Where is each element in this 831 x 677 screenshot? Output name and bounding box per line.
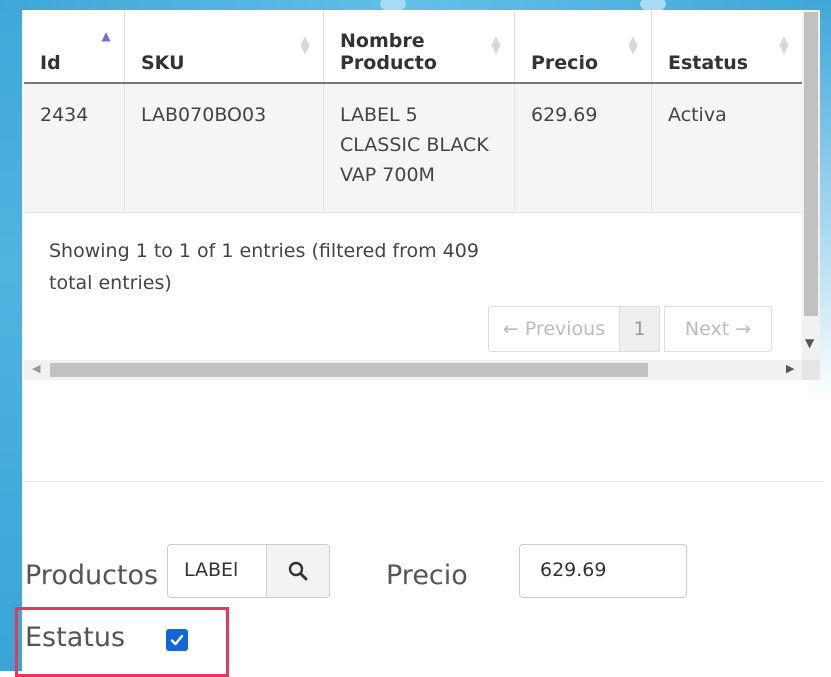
cell-id: 2434 (24, 83, 125, 213)
background-decoration-top (0, 0, 831, 12)
column-header-sku[interactable]: SKU ▲ ▼ (124, 10, 324, 84)
estatus-checkbox[interactable] (166, 629, 188, 651)
cell-text-line: VAP 700M (340, 164, 435, 186)
column-header-label: SKU (141, 52, 185, 74)
background-decoration-left (0, 0, 22, 671)
vertical-scrollbar-thumb[interactable] (804, 12, 818, 316)
table-row[interactable]: 2434 LAB070BO03 LABEL 5 CLASSIC BLACK VA… (24, 83, 803, 213)
horizontal-scrollbar[interactable]: ◀ ▶ (24, 360, 802, 380)
productos-input[interactable]: LABEl (167, 544, 267, 598)
column-header-label: Precio (531, 52, 599, 74)
column-header-label: Nombre (340, 30, 425, 52)
column-header-precio[interactable]: Precio ▲ ▼ (514, 10, 652, 84)
precio-label: Precio (386, 560, 468, 591)
column-header-nombre-producto[interactable]: Nombre Producto ▲ ▼ (323, 10, 515, 84)
cell-text-line: CLASSIC BLACK (340, 134, 489, 156)
pagination: ← Previous 1 Next → (488, 306, 772, 352)
page-number-button[interactable]: 1 (620, 306, 660, 352)
sort-icon: ▲ ▼ (300, 33, 310, 56)
scroll-left-arrow-icon[interactable]: ◀ (32, 362, 40, 375)
column-header-estatus[interactable]: Estatus ▲ ▼ (651, 10, 803, 84)
cell-nombre-producto: LABEL 5 CLASSIC BLACK VAP 700M (323, 83, 515, 213)
scroll-down-arrow-icon[interactable]: ▼ (805, 336, 814, 350)
sort-icon: ▲ ▼ (779, 33, 789, 56)
checkmark-icon (170, 634, 184, 646)
column-header-id[interactable]: Id ▲ (24, 10, 125, 84)
productos-label: Productos (25, 560, 159, 591)
vertical-scrollbar[interactable]: ▼ (802, 10, 820, 360)
scrollbar-corner (802, 360, 820, 380)
products-table: Id ▲ SKU ▲ ▼ Nombre Producto ▲ ▼ Precio ▲ ▼ (24, 10, 803, 213)
cell-precio: 629.69 (514, 83, 652, 213)
scroll-right-arrow-icon[interactable]: ▶ (786, 362, 794, 375)
cell-sku: LAB070BO03 (124, 83, 324, 213)
cell-estatus: Activa (651, 83, 803, 213)
table-info-text: Showing 1 to 1 of 1 entries (filtered fr… (49, 240, 479, 294)
products-table-panel: Id ▲ SKU ▲ ▼ Nombre Producto ▲ ▼ Precio ▲ ▼ (24, 10, 820, 382)
next-page-button[interactable]: Next → (664, 306, 772, 352)
search-icon (288, 561, 308, 581)
cell-text-line: LABEL 5 (340, 104, 418, 126)
search-button[interactable] (266, 544, 330, 598)
column-header-label: Id (40, 52, 61, 74)
previous-page-button[interactable]: ← Previous (488, 306, 620, 352)
table-header-row: Id ▲ SKU ▲ ▼ Nombre Producto ▲ ▼ Precio ▲ ▼ (24, 10, 803, 84)
sort-icon: ▲ ▼ (491, 33, 501, 56)
section-divider (24, 481, 824, 482)
horizontal-scrollbar-thumb[interactable] (50, 363, 648, 377)
sort-icon: ▲ ▼ (628, 33, 638, 56)
column-header-label: Producto (340, 52, 437, 74)
column-header-label: Estatus (668, 52, 749, 74)
precio-input[interactable]: 629.69 (519, 544, 687, 598)
estatus-label: Estatus (25, 622, 126, 653)
sort-ascending-icon: ▲ (101, 29, 111, 43)
